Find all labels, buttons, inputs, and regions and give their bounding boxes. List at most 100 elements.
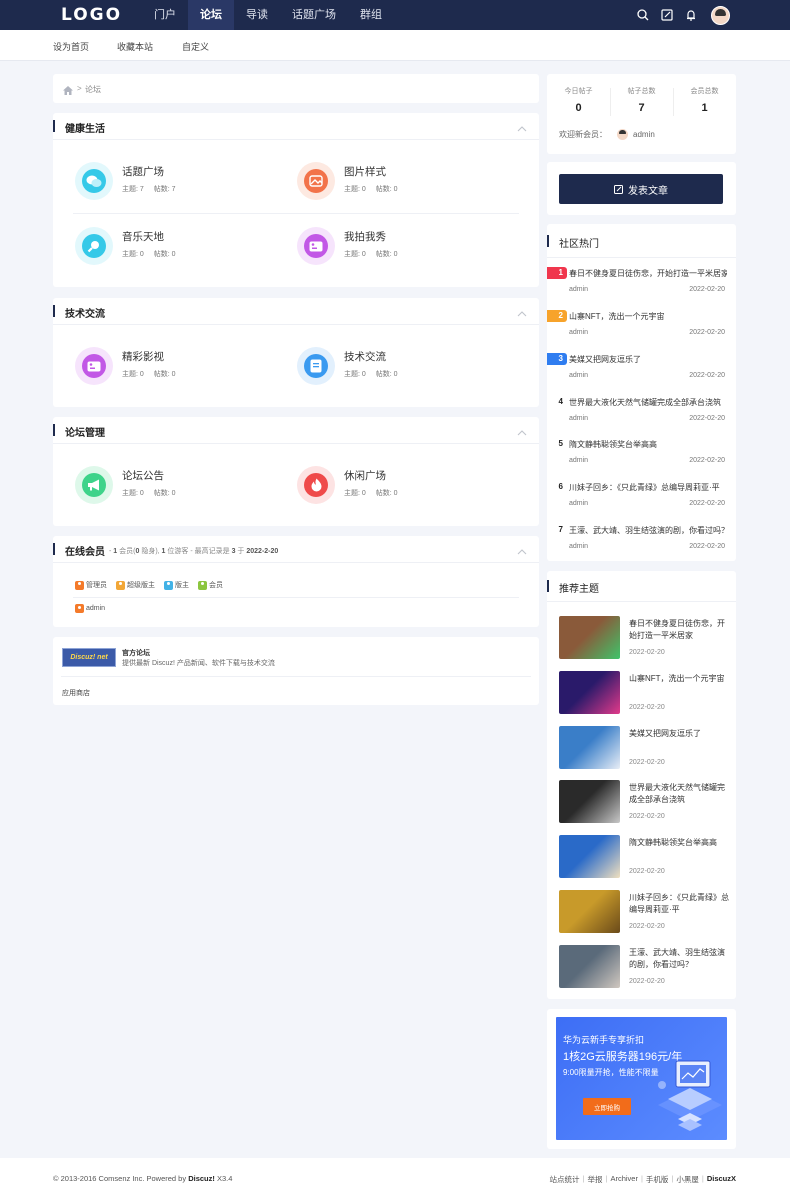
recommended-title[interactable]: 王濛、武大靖、羽生结弦演的剧，你看过吗？: [629, 947, 729, 971]
forum-name[interactable]: 音乐天地: [122, 229, 164, 244]
forum-name[interactable]: 图片样式: [344, 164, 386, 179]
hot-item-title[interactable]: 隋文静韩聪领奖台举高高: [569, 439, 727, 450]
forum-item[interactable]: 技术交流 主题: 0 帖数: 0: [297, 347, 517, 397]
forum-item[interactable]: 我拍我秀 主题: 0 帖数: 0: [297, 227, 517, 277]
recommended-title[interactable]: 美媒又把网友逗乐了: [629, 728, 729, 740]
hot-item[interactable]: 4 世界最大液化天然气储罐完成全部承台浇筑 admin 2022-02-20: [547, 396, 736, 436]
official-forum-link[interactable]: 官方论坛: [122, 648, 150, 658]
hot-item[interactable]: 5 隋文静韩聪领奖台举高高 admin 2022-02-20: [547, 438, 736, 478]
nav-topic-square[interactable]: 话题广场: [280, 0, 348, 30]
breadcrumb-current[interactable]: 论坛: [85, 84, 101, 95]
customize-link[interactable]: 自定义: [182, 40, 209, 53]
footer-link-blacklist[interactable]: 小黑屋: [676, 1174, 699, 1185]
newest-member-name[interactable]: admin: [633, 130, 655, 139]
forum-item[interactable]: 精彩影视 主题: 0 帖数: 0: [75, 347, 295, 397]
user-avatar[interactable]: [711, 5, 730, 25]
recommended-item[interactable]: 川妹子回乡：《只此青绿》总编导周莉亚·平 2022-02-20: [559, 890, 729, 933]
discuz-link[interactable]: Discuz!: [188, 1174, 215, 1183]
nav-guide[interactable]: 导读: [234, 0, 280, 30]
forum-item[interactable]: 图片样式 主题: 0 帖数: 0: [297, 162, 517, 212]
section-header[interactable]: 在线会员 - 1 会员(0 隐身), 1 位游客 - 最高记录是 3 于 202…: [53, 536, 539, 563]
cloud-server-ad-banner[interactable]: 华为云新手专享折扣 1核2G云服务器196元/年 9:00限量开抢，性能不限量 …: [556, 1017, 727, 1140]
thumbnail-image[interactable]: [559, 945, 620, 988]
avatar[interactable]: [617, 129, 628, 140]
recommended-title[interactable]: 山寨NFT，洗出一个元宇宙: [629, 673, 729, 685]
hot-item-title[interactable]: 世界最大液化天然气储罐完成全部承台浇筑: [569, 397, 727, 408]
hot-item[interactable]: 1 春日不健身夏日徒伤悲，开始打造一平米居家 admin 2022-02-20: [547, 267, 736, 307]
footer-link-stats[interactable]: 站点统计: [550, 1174, 580, 1185]
hot-item[interactable]: 6 川妹子回乡：《只此青绿》总编导周莉亚·平 admin 2022-02-20: [547, 481, 736, 521]
set-homepage-link[interactable]: 设为首页: [53, 40, 89, 53]
thumbnail-image[interactable]: [559, 726, 620, 769]
section-title: 推荐主题: [559, 584, 599, 595]
discuz-logo-badge[interactable]: Discuz! net: [62, 648, 116, 667]
recommended-item[interactable]: 隋文静韩聪领奖台举高高 2022-02-20: [559, 835, 729, 878]
forum-name[interactable]: 我拍我秀: [344, 229, 386, 244]
hot-item-title[interactable]: 川妹子回乡：《只此青绿》总编导周莉亚·平: [569, 482, 727, 493]
discuzx-link[interactable]: DiscuzX: [707, 1174, 736, 1185]
header-tools: [635, 0, 730, 30]
thumbnail-image[interactable]: [559, 780, 620, 823]
forum-name[interactable]: 休闲广场: [344, 468, 386, 483]
post-article-button[interactable]: 发表文章: [559, 174, 723, 204]
recommended-title[interactable]: 隋文静韩聪领奖台举高高: [629, 837, 729, 849]
app-store-link[interactable]: 应用商店: [62, 688, 90, 698]
forum-item[interactable]: 话题广场 主题: 7 帖数: 7: [75, 162, 295, 212]
collapse-icon[interactable]: [517, 425, 527, 439]
section-header[interactable]: 论坛管理: [53, 417, 539, 444]
bookmark-site-link[interactable]: 收藏本站: [117, 40, 153, 53]
edit-icon[interactable]: [659, 7, 675, 23]
site-stats-panel: 今日帖子 0 帖子总数 7 会员总数 1 欢迎新会员： admin: [547, 74, 736, 154]
forum-name[interactable]: 技术交流: [344, 349, 386, 364]
hot-item-title[interactable]: 王濛、武大靖、羽生结弦演的剧，你看过吗？: [569, 525, 727, 536]
thumbnail-image[interactable]: [559, 616, 620, 659]
section-header[interactable]: 健康生活: [53, 113, 539, 140]
buy-now-button[interactable]: 立即抢购: [583, 1098, 631, 1115]
hot-item[interactable]: 2 山寨NFT，洗出一个元宇宙 admin 2022-02-20: [547, 310, 736, 350]
forum-name[interactable]: 话题广场: [122, 164, 164, 179]
nav-groups[interactable]: 群组: [348, 0, 394, 30]
forum-item[interactable]: 音乐天地 主题: 0 帖数: 0: [75, 227, 295, 277]
hot-item-title[interactable]: 美媒又把网友逗乐了: [569, 354, 727, 365]
hot-item-title[interactable]: 春日不健身夏日徒伤悲，开始打造一平米居家: [569, 268, 727, 279]
recommended-item[interactable]: 春日不健身夏日徒伤悲，开始打造一平米居家 2022-02-20: [559, 616, 729, 659]
forum-name[interactable]: 精彩影视: [122, 349, 164, 364]
recommended-title[interactable]: 川妹子回乡：《只此青绿》总编导周莉亚·平: [629, 892, 729, 916]
recommended-item[interactable]: 王濛、武大靖、羽生结弦演的剧，你看过吗？ 2022-02-20: [559, 945, 729, 988]
site-logo[interactable]: LOGO: [61, 5, 122, 25]
recommended-item[interactable]: 世界最大液化天然气储罐完成全部承台浇筑 2022-02-20: [559, 780, 729, 823]
hot-item[interactable]: 7 王濛、武大靖、羽生结弦演的剧，你看过吗？ admin 2022-02-20: [547, 524, 736, 564]
online-members-panel: 在线会员 - 1 会员(0 隐身), 1 位游客 - 最高记录是 3 于 202…: [53, 536, 539, 627]
hot-item[interactable]: 3 美媒又把网友逗乐了 admin 2022-02-20: [547, 353, 736, 393]
section-title: 技术交流: [65, 309, 105, 320]
nav-forum[interactable]: 论坛: [188, 0, 234, 30]
online-member[interactable]: admin: [75, 604, 105, 613]
notification-icon[interactable]: [683, 7, 699, 23]
section-header[interactable]: 技术交流: [53, 298, 539, 325]
section-accent-bar: [53, 424, 55, 436]
search-icon[interactable]: [635, 7, 651, 23]
member-user-icon: [198, 580, 207, 590]
ad-line-3: 9:00限量开抢，性能不限量: [563, 1068, 659, 1077]
thumbnail-image[interactable]: [559, 890, 620, 933]
thumbnail-image[interactable]: [559, 671, 620, 714]
recommended-title[interactable]: 春日不健身夏日徒伤悲，开始打造一平米居家: [629, 618, 729, 642]
hot-item-title[interactable]: 山寨NFT，洗出一个元宇宙: [569, 311, 727, 322]
home-icon[interactable]: [63, 84, 73, 98]
forum-item[interactable]: 论坛公告 主题: 0 帖数: 0: [75, 466, 295, 516]
footer-link-archiver[interactable]: Archiver: [610, 1174, 638, 1185]
recommended-item[interactable]: 山寨NFT，洗出一个元宇宙 2022-02-20: [559, 671, 729, 714]
forum-name[interactable]: 论坛公告: [122, 468, 164, 483]
rank-badge: 1: [547, 267, 567, 279]
collapse-icon[interactable]: [517, 121, 527, 135]
footer-link-mobile[interactable]: 手机版: [646, 1174, 669, 1185]
thumbnail-image[interactable]: [559, 835, 620, 878]
nav-portal[interactable]: 门户: [142, 0, 188, 30]
recommended-item[interactable]: 美媒又把网友逗乐了 2022-02-20: [559, 726, 729, 769]
footer-link-report[interactable]: 举报: [587, 1174, 602, 1185]
recommended-title[interactable]: 世界最大液化天然气储罐完成全部承台浇筑: [629, 782, 729, 806]
forum-item[interactable]: 休闲广场 主题: 0 帖数: 0: [297, 466, 517, 516]
stat-total-members: 会员总数 1: [690, 88, 719, 114]
collapse-icon[interactable]: [517, 544, 527, 558]
collapse-icon[interactable]: [517, 306, 527, 320]
